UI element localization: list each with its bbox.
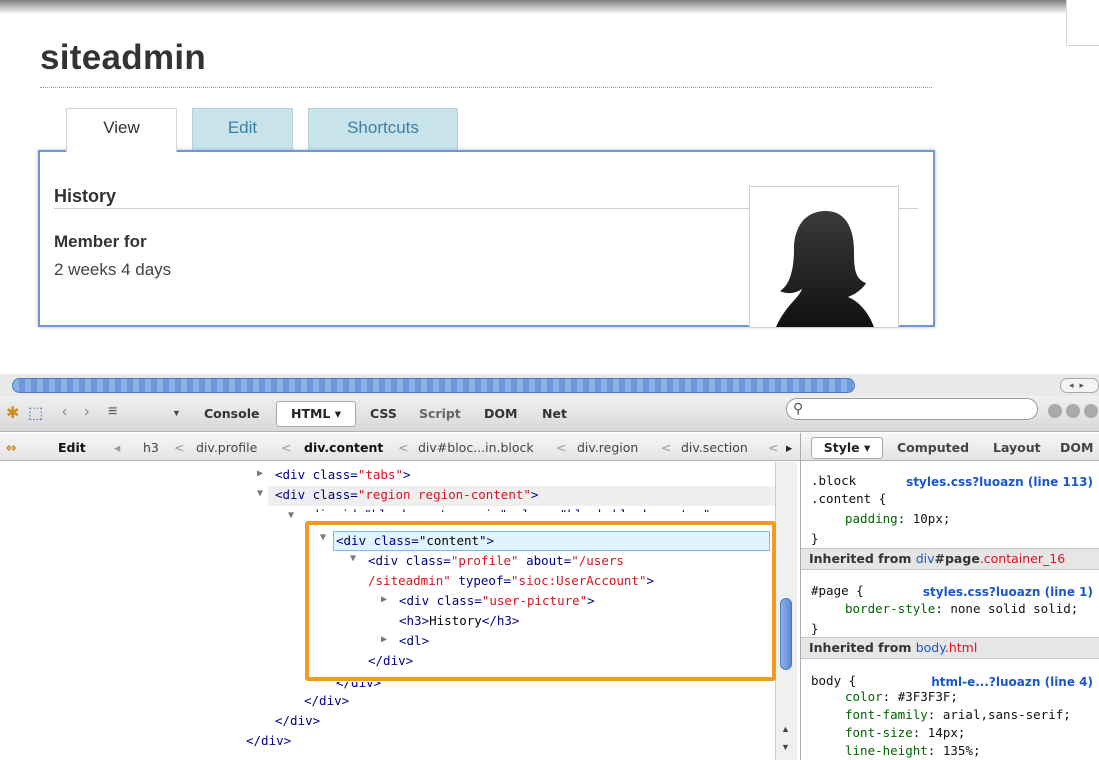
css-source-link[interactable]: styles.css?luoazn (line 1): [923, 585, 1093, 599]
inherited-header: Inherited from body.html: [801, 637, 1099, 659]
tab-edit[interactable]: Edit: [192, 108, 293, 150]
inherited-header: Inherited from div#page.container_16: [801, 548, 1099, 570]
menu-icon[interactable]: ≡: [108, 403, 117, 421]
css-property[interactable]: border-style: none solid solid;: [845, 601, 1078, 616]
tab-view[interactable]: View: [66, 108, 177, 152]
tab-shortcuts[interactable]: Shortcuts: [308, 108, 458, 150]
tab-console[interactable]: Console: [204, 406, 259, 421]
twisty-expanded-icon[interactable]: ▼: [288, 510, 294, 521]
horizontal-scrollbar[interactable]: ◂▸: [0, 374, 1099, 396]
window-top-shadow: [0, 0, 1099, 14]
tab-dom-side[interactable]: DOM: [1060, 440, 1093, 455]
breadcrumb-separator: <: [768, 440, 779, 455]
breadcrumb-separator: <: [556, 440, 567, 455]
corner-panel: [1066, 0, 1099, 46]
minimize-icon[interactable]: [1048, 404, 1062, 418]
back-icon[interactable]: ‹: [62, 403, 67, 421]
annotation-highlight-box: [305, 521, 776, 681]
breadcrumb-separator: <: [174, 440, 185, 455]
profile-content: History Member for 2 weeks 4 days: [38, 150, 935, 328]
css-property[interactable]: line-height: 135%;: [845, 743, 980, 758]
scrollbar-thumb[interactable]: [12, 378, 855, 393]
breadcrumb-right-arrow-icon[interactable]: ▸: [786, 440, 792, 455]
toggle-icon[interactable]: ⇔: [6, 440, 16, 455]
css-property[interactable]: padding: 10px;: [845, 511, 950, 526]
firebug-bug-icon[interactable]: ✱: [6, 403, 19, 423]
breadcrumb-item[interactable]: div.region: [577, 440, 638, 455]
tab-style[interactable]: Style ▾: [811, 437, 883, 459]
breadcrumb-item[interactable]: h3: [143, 440, 159, 455]
html-close-tag: </div>: [304, 693, 350, 708]
search-input[interactable]: ⚲: [786, 398, 1038, 420]
tab-script[interactable]: Script: [419, 406, 461, 421]
css-selector: .block: [811, 473, 857, 488]
css-property[interactable]: color: #3F3F3F;: [845, 689, 958, 704]
breadcrumb-separator: <: [398, 440, 409, 455]
breadcrumb-left-arrow-icon[interactable]: ◂: [114, 440, 120, 455]
breadcrumb-item[interactable]: div.content: [304, 440, 383, 455]
breadcrumb-item[interactable]: div#bloc...in.block: [418, 440, 534, 455]
twisty-expanded-icon[interactable]: ▼: [257, 488, 263, 499]
breadcrumb-separator: <: [281, 440, 292, 455]
tab-dom[interactable]: DOM: [484, 406, 517, 421]
page-title: siteadmin: [40, 38, 207, 77]
css-source-link[interactable]: html-e...?luoazn (line 4): [931, 675, 1093, 689]
member-for-value: 2 weeks 4 days: [54, 260, 172, 279]
dropdown-icon[interactable]: ▼: [172, 408, 181, 418]
close-icon[interactable]: [1084, 404, 1098, 418]
breadcrumb: ⇔ Edit ◂ h3 < div.profile < div.content …: [0, 433, 800, 461]
css-selector: .content {: [811, 491, 887, 506]
twisty-collapsed-icon[interactable]: ▶: [257, 468, 263, 479]
css-close-brace: }: [811, 531, 819, 546]
tab-html[interactable]: HTML ▾: [276, 401, 356, 427]
firebug-toolbar: ✱ ⬚ ‹ › ≡ ▼ Console HTML ▾ CSS Script DO…: [0, 396, 1099, 432]
html-close-tag: </div>: [275, 713, 321, 728]
css-property[interactable]: font-size: 14px;: [845, 725, 965, 740]
vertical-scrollbar[interactable]: ▲ ▼: [775, 462, 797, 760]
user-silhouette-icon: [776, 211, 874, 327]
search-icon: ⚲: [793, 400, 804, 416]
css-close-brace: }: [811, 621, 819, 636]
tab-layout[interactable]: Layout: [993, 440, 1041, 455]
breadcrumb-item[interactable]: div.profile: [196, 440, 257, 455]
tab-computed[interactable]: Computed: [897, 440, 969, 455]
history-heading: History: [54, 186, 117, 206]
forward-icon[interactable]: ›: [84, 403, 89, 421]
html-node-tabs[interactable]: <div class="tabs">: [275, 466, 411, 484]
html-close-tag: </div>: [246, 733, 292, 748]
breadcrumb-item[interactable]: div.section: [681, 440, 748, 455]
inspect-icon[interactable]: ⬚: [28, 403, 43, 423]
scrollbar-thumb[interactable]: [780, 598, 792, 670]
html-node-region[interactable]: <div class="region region-content">: [275, 486, 538, 504]
css-selector: body {: [811, 673, 857, 688]
css-selector: #page {: [811, 583, 864, 598]
tab-css[interactable]: CSS: [370, 406, 397, 421]
detach-icon[interactable]: [1066, 404, 1080, 418]
style-side-panel: Style ▾ Computed Layout DOM .block style…: [800, 433, 1099, 760]
edit-button[interactable]: Edit: [58, 440, 86, 455]
breadcrumb-separator: <: [661, 440, 672, 455]
css-source-link[interactable]: styles.css?luoazn (line 113): [906, 475, 1093, 489]
title-divider: [40, 87, 932, 88]
tab-net[interactable]: Net: [542, 406, 567, 421]
side-panel-tabs: Style ▾ Computed Layout DOM: [801, 433, 1099, 461]
css-property[interactable]: font-family: arial,sans-serif;: [845, 707, 1071, 722]
scroll-up-arrow-icon[interactable]: ▲: [781, 724, 790, 734]
scroll-down-arrow-icon[interactable]: ▼: [781, 742, 790, 752]
user-picture[interactable]: [749, 186, 899, 328]
member-for-label: Member for: [54, 232, 147, 251]
scroll-arrows[interactable]: ◂▸: [1060, 378, 1099, 393]
